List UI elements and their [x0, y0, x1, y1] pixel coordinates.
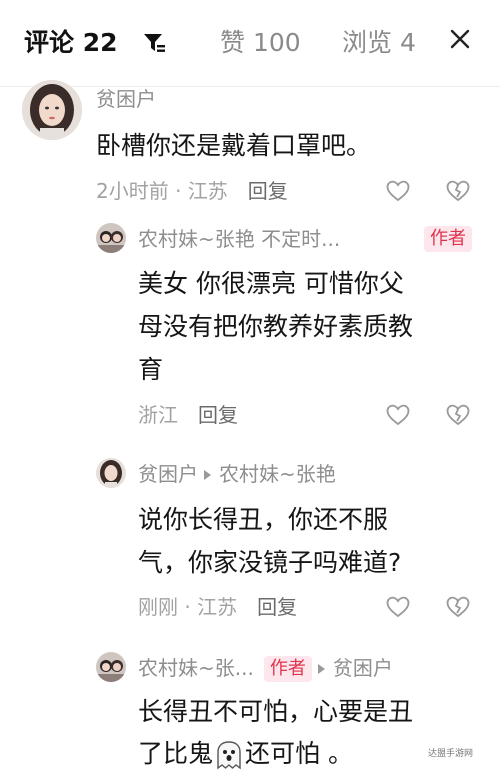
- reply-text-part: 了比鬼: [138, 739, 214, 768]
- reply-arrow-icon: [204, 469, 211, 480]
- avatar[interactable]: [96, 223, 126, 253]
- comment-meta: 2小时前 · 江苏 回复: [96, 178, 288, 204]
- reply-target-name[interactable]: 农村妹~张艳: [219, 462, 336, 486]
- reply-text-line: 长得丑不可怕，心要是丑: [138, 697, 414, 726]
- reply-author: 农村妹~张... 作者 贫困户: [138, 655, 393, 683]
- dislike-icon[interactable]: [446, 180, 470, 202]
- reply-author-name[interactable]: 农村妹~张...: [138, 656, 254, 680]
- reply-text-line: 母没有把你教养好素质教: [138, 312, 414, 341]
- reply-meta: 刚刚 · 江苏 回复: [138, 594, 297, 620]
- avatar[interactable]: [22, 80, 82, 140]
- watermark: 达盟手游网: [428, 749, 474, 759]
- reply-author-name[interactable]: 贫困户: [138, 462, 198, 486]
- reply-text-line: 美女 你很漂亮 可惜你父: [138, 269, 404, 298]
- reply-author[interactable]: 农村妹~张艳 不定时...: [138, 226, 340, 252]
- reply-text-line: 育: [138, 355, 164, 384]
- reply-location: 浙江: [138, 403, 178, 427]
- reply-meta: 浙江 回复: [138, 402, 238, 428]
- reply-author: 贫困户 农村妹~张艳: [138, 461, 336, 487]
- reply-text-line: 气，你家没镜子吗难道?: [138, 548, 402, 577]
- reply-button[interactable]: 回复: [257, 595, 297, 619]
- like-icon[interactable]: [386, 596, 410, 618]
- reply-text-part: 还可怕 。: [245, 739, 353, 768]
- reply-text-line: 了比鬼 还可怕 。: [138, 732, 353, 775]
- like-icon[interactable]: [386, 404, 410, 426]
- close-icon[interactable]: [448, 27, 472, 51]
- dislike-icon[interactable]: [446, 404, 470, 426]
- author-badge: 作者: [424, 226, 472, 252]
- filter-icon[interactable]: [142, 31, 166, 55]
- reply-button[interactable]: 回复: [248, 179, 288, 203]
- comment-author[interactable]: 贫困户: [96, 86, 156, 112]
- comment-text: 卧槽你还是戴着口罩吧。: [96, 131, 372, 160]
- author-badge: 作者: [263, 656, 312, 682]
- reply-arrow-icon: [317, 663, 325, 674]
- comment-time-location: 2小时前 · 江苏: [96, 179, 228, 203]
- avatar[interactable]: [96, 652, 126, 682]
- reply-text-line: 说你长得丑，你还不服: [138, 505, 389, 534]
- tab-comments[interactable]: 评论 22: [24, 26, 118, 60]
- ghost-emoji: [215, 740, 243, 770]
- reply-button[interactable]: 回复: [198, 403, 238, 427]
- avatar[interactable]: [96, 458, 126, 488]
- reply-target-name[interactable]: 贫困户: [333, 656, 393, 680]
- comments-header: 评论 22 赞 100 浏览 4: [0, 0, 500, 87]
- like-icon[interactable]: [386, 180, 410, 202]
- tab-likes[interactable]: 赞 100: [220, 26, 301, 60]
- reply-time-location: 刚刚 · 江苏: [138, 595, 238, 619]
- dislike-icon[interactable]: [446, 596, 470, 618]
- tab-views[interactable]: 浏览 4: [342, 26, 416, 60]
